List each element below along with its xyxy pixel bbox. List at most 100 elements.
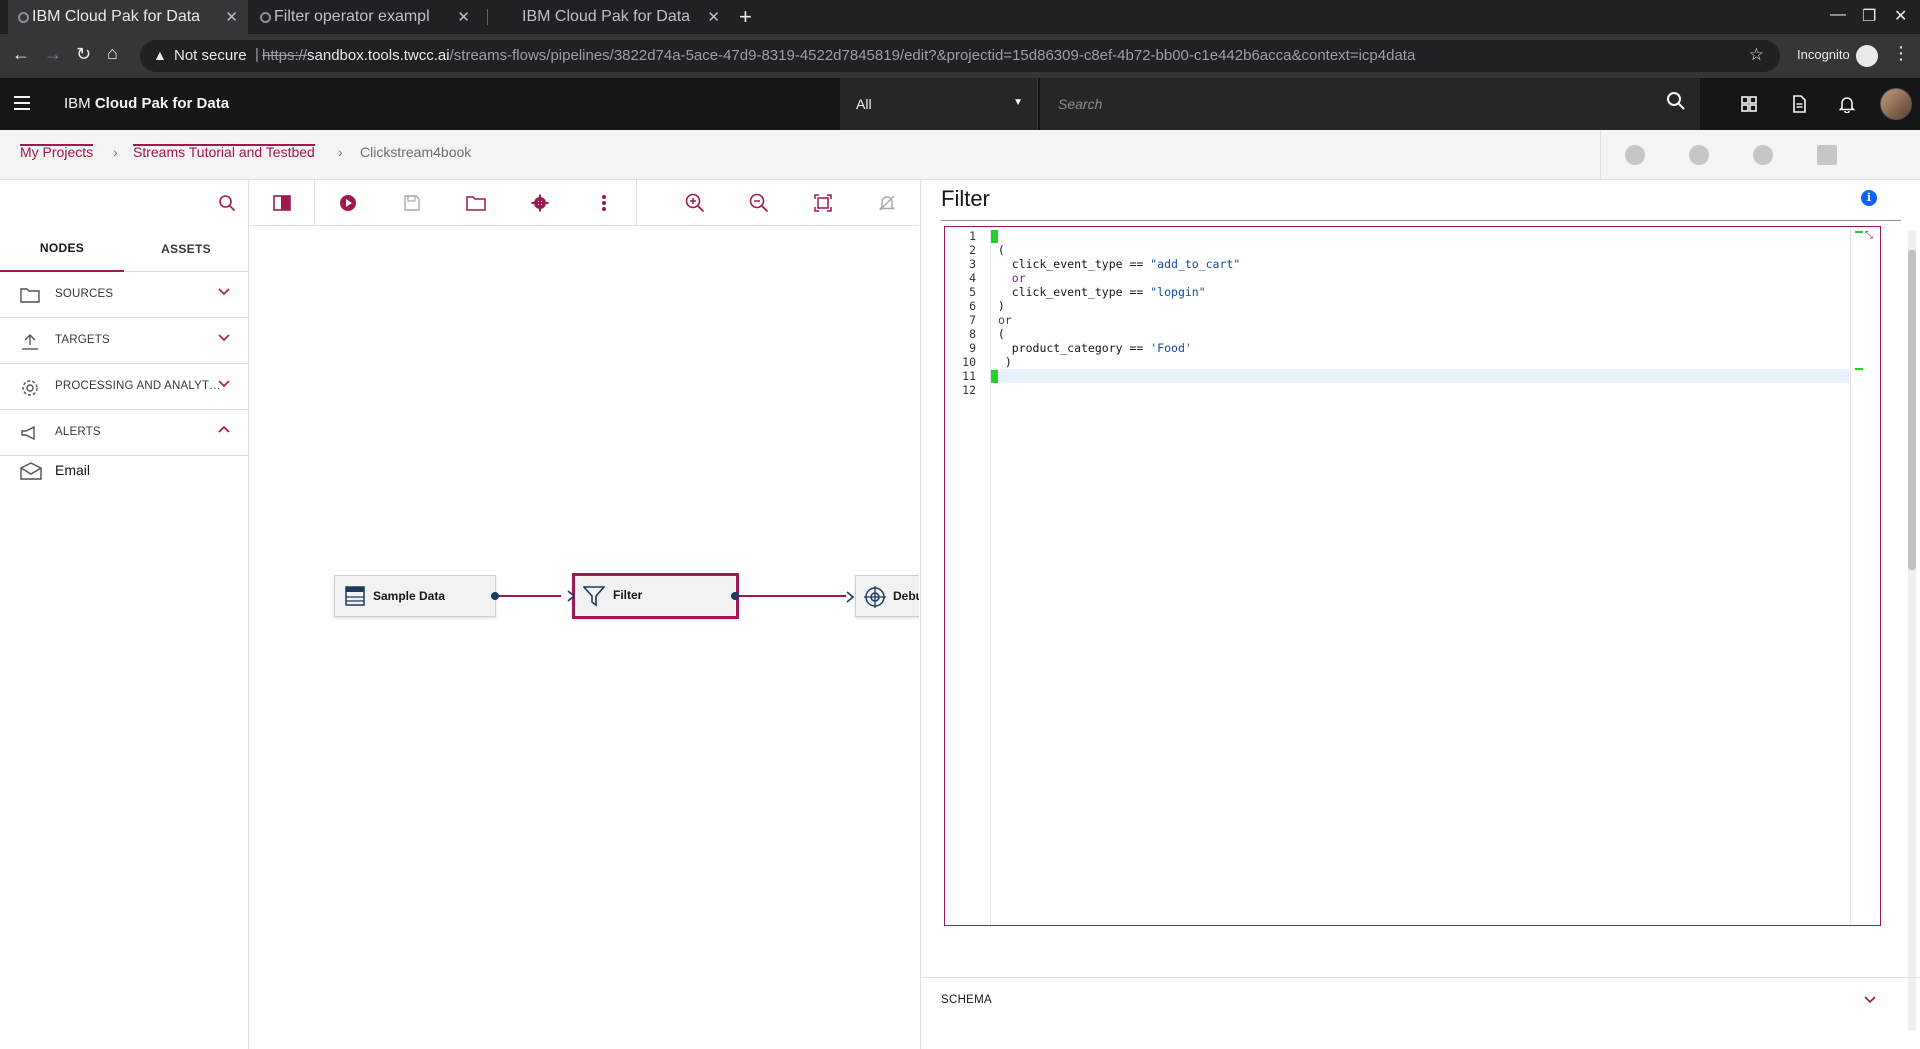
document-icon[interactable]	[1774, 78, 1824, 130]
close-tab-icon[interactable]: ✕	[225, 8, 238, 26]
home-icon[interactable]: ⌂	[107, 43, 118, 64]
hamburger-menu-icon[interactable]	[14, 96, 30, 110]
line-number: 10	[962, 355, 976, 369]
address-bar[interactable]: ▲ Not secure | https://sandbox.tools.twc…	[140, 40, 1780, 72]
restore-window-icon[interactable]: ❐	[1862, 6, 1876, 26]
overflow-menu-icon[interactable]	[584, 180, 624, 226]
fit-to-screen-icon[interactable]	[803, 180, 843, 226]
browser-tab-1[interactable]: IBM Cloud Pak for Data ✕	[8, 0, 248, 34]
chevron-up-icon[interactable]	[217, 422, 231, 441]
input-port[interactable]	[846, 590, 855, 608]
user-avatar[interactable]	[1880, 88, 1912, 120]
breadcrumb-my-projects[interactable]: My Projects	[20, 144, 94, 160]
reload-icon[interactable]: ↻	[76, 44, 91, 65]
browser-tab-3[interactable]: IBM Cloud Pak for Data ✕	[490, 0, 730, 34]
forward-icon[interactable]: →	[44, 44, 62, 65]
global-search[interactable]: Search	[1040, 78, 1700, 130]
browser-tab-2[interactable]: Filter operator exampl ✕	[250, 0, 480, 34]
save-icon[interactable]	[392, 180, 432, 226]
panel-scrollbar[interactable]	[1908, 230, 1916, 1030]
comments-panel-icon[interactable]	[1753, 145, 1773, 165]
code-line[interactable]: )	[991, 299, 1849, 313]
close-tab-icon[interactable]: ✕	[707, 8, 720, 26]
minimize-window-icon[interactable]: —	[1830, 6, 1846, 24]
output-port[interactable]	[491, 592, 499, 600]
palette-section-label: TARGETS	[55, 334, 110, 346]
node-label: Sample Data	[373, 589, 446, 603]
bookmark-star-icon[interactable]: ☆	[1749, 45, 1764, 65]
information-panel-icon[interactable]	[1625, 145, 1645, 165]
tab-assets[interactable]: ASSETS	[124, 226, 248, 272]
node-debug[interactable]: Debu	[855, 575, 919, 617]
notifications-off-icon[interactable]	[867, 180, 907, 226]
code-line[interactable]	[991, 229, 1849, 243]
chevron-down-icon[interactable]	[217, 284, 231, 303]
palette-search-icon[interactable]	[218, 194, 236, 217]
code-line[interactable]	[991, 383, 1849, 397]
bracket-match-marker	[1855, 231, 1863, 233]
flow-canvas[interactable]: Sample Data Filter Debu	[250, 226, 919, 1049]
palette-item-email[interactable]: Email	[0, 450, 249, 490]
back-icon[interactable]: ←	[12, 44, 30, 65]
flow-link[interactable]	[498, 595, 561, 597]
browser-menu-icon[interactable]: ⋮	[1892, 43, 1910, 64]
warning-icon[interactable]: ▲	[153, 47, 167, 63]
node-sample-data[interactable]: Sample Data	[334, 575, 496, 617]
tab-nodes[interactable]: NODES	[0, 226, 124, 272]
catalog-icon[interactable]	[1724, 78, 1774, 130]
node-filter[interactable]: Filter	[572, 573, 739, 619]
scrollbar-thumb[interactable]	[1908, 250, 1916, 570]
string-literal: "add_to_cart"	[1150, 257, 1241, 271]
security-label[interactable]: Not secure	[174, 47, 247, 64]
chevron-down-icon[interactable]	[217, 330, 231, 349]
close-tab-icon[interactable]: ✕	[457, 8, 470, 26]
code-line[interactable]: product_category == 'Food'	[991, 341, 1849, 355]
breadcrumb-separator-icon: ›	[338, 144, 343, 160]
code-line[interactable]: )	[991, 355, 1849, 369]
run-icon[interactable]	[328, 180, 368, 226]
palette-section-sources[interactable]: SOURCES	[0, 272, 249, 318]
input-port[interactable]	[566, 589, 576, 607]
condition-code-editor[interactable]: 1 2 3 4 5 6 7 8 9 10 11 12 ( click_event_type == "a…	[944, 226, 1881, 926]
line-number: 8	[969, 327, 976, 341]
incognito-icon[interactable]	[1856, 45, 1878, 67]
zoom-out-icon[interactable]	[739, 180, 779, 226]
palette-section-processing[interactable]: PROCESSING AND ANALYT…	[0, 364, 249, 410]
output-port[interactable]	[731, 592, 739, 600]
code-line[interactable]	[991, 369, 1849, 383]
code-line[interactable]: click_event_type == "lopgin"	[991, 285, 1849, 299]
settings-icon[interactable]	[520, 180, 560, 226]
code-line[interactable]: or	[991, 271, 1849, 285]
breadcrumb: My Projects › Streams Tutorial and Testb…	[0, 130, 1920, 180]
chevron-down-icon[interactable]	[1863, 992, 1877, 1011]
flow-link[interactable]	[736, 595, 846, 597]
breadcrumb-project[interactable]: Streams Tutorial and Testbed	[133, 144, 315, 160]
schema-section-label[interactable]: SCHEMA	[941, 994, 992, 1006]
url-text[interactable]: https://sandbox.tools.twcc.ai/streams-fl…	[262, 47, 1415, 64]
code-area[interactable]: ( click_event_type == "add_to_cart" or c…	[991, 227, 1849, 925]
upload-icon	[20, 333, 40, 350]
code-line[interactable]: (	[991, 327, 1849, 341]
close-window-icon[interactable]: ✕	[1894, 6, 1907, 26]
line-number: 11	[962, 369, 976, 383]
zoom-in-icon[interactable]	[675, 180, 715, 226]
search-scope-dropdown[interactable]: All ▼	[840, 78, 1038, 130]
code-line[interactable]: (	[991, 243, 1849, 257]
notification-bell-icon[interactable]	[1822, 78, 1872, 130]
expand-editor-icon[interactable]: ⤡	[1865, 230, 1873, 241]
palette-section-targets[interactable]: TARGETS	[0, 318, 249, 364]
toggle-palette-icon[interactable]	[262, 180, 302, 226]
chevron-down-icon[interactable]	[217, 376, 231, 395]
code-line[interactable]: click_event_type == "add_to_cart"	[991, 257, 1849, 271]
info-icon[interactable]: i	[1861, 190, 1877, 206]
code-line[interactable]: or	[991, 313, 1849, 327]
app-brand[interactable]: IBM Cloud Pak for Data	[64, 95, 229, 112]
open-folder-icon[interactable]	[456, 180, 496, 226]
filter-icon	[582, 585, 606, 612]
line-number: 6	[969, 299, 976, 313]
search-icon[interactable]	[1666, 91, 1686, 116]
grid-panel-icon[interactable]	[1817, 145, 1837, 165]
metrics-panel-icon[interactable]	[1689, 145, 1709, 165]
properties-panel: Filter i 1 2 3 4 5 6 7 8 9 10 11 12 ( click_event_t…	[920, 180, 1920, 1049]
new-tab-icon[interactable]: +	[739, 4, 752, 30]
